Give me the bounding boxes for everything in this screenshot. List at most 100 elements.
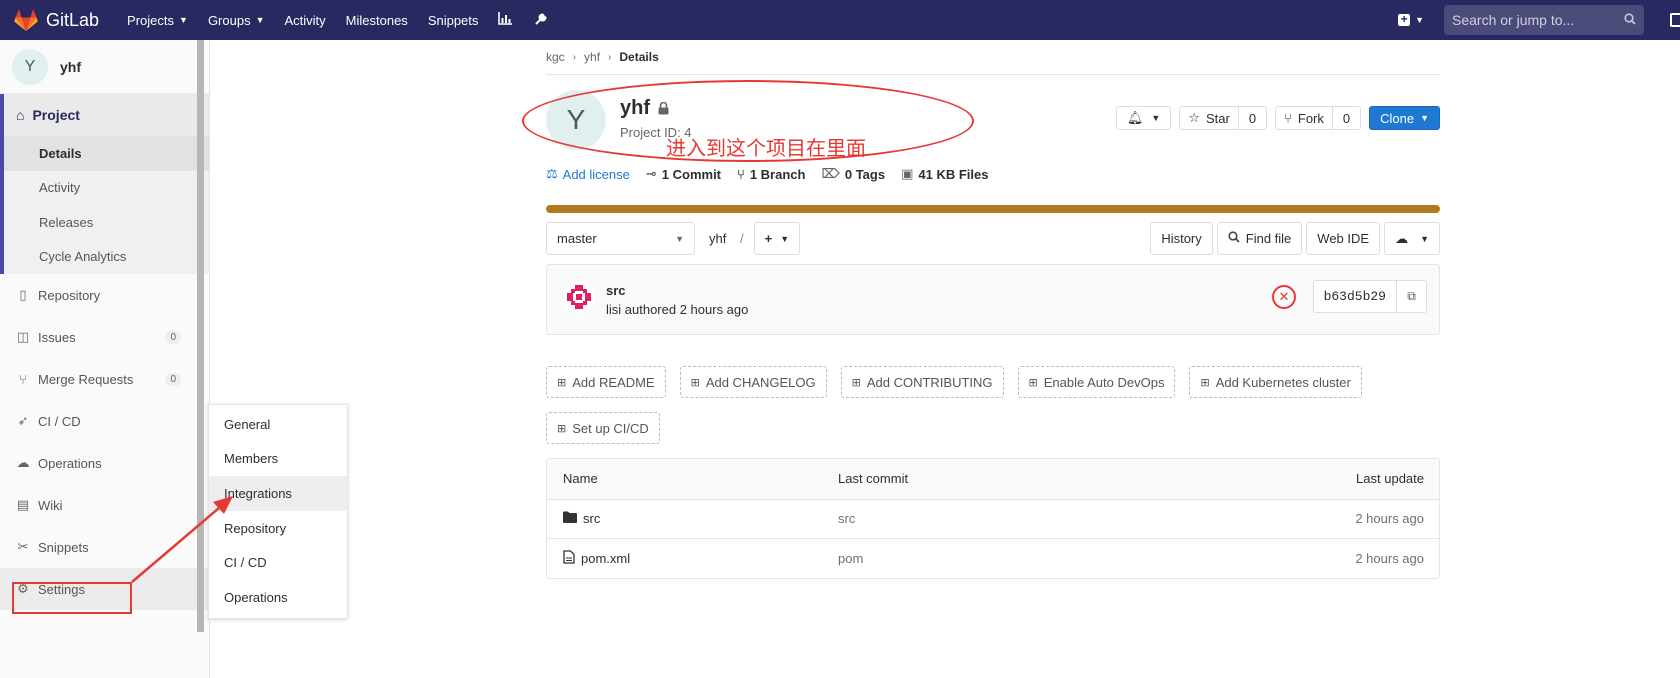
sidebar-subitem-cycle-analytics[interactable]: Cycle Analytics (4, 240, 209, 275)
sidebar-subitem-activity[interactable]: Activity (4, 171, 209, 206)
sidebar-item-merge-requests[interactable]: ⑂ Merge Requests 0 (0, 358, 209, 400)
search-icon (1228, 231, 1240, 246)
commit-sha[interactable]: b63d5b29 (1312, 280, 1397, 313)
cloud-icon: ☁ (16, 455, 30, 470)
download-dropdown-button[interactable]: ☁ ▼ (1384, 222, 1440, 255)
copy-icon[interactable]: ⧉ (1397, 280, 1427, 313)
search-input[interactable]: Search or jump to... (1444, 5, 1644, 35)
sidebar-item-ci-cd[interactable]: ➶ CI / CD (0, 400, 209, 442)
notification-dropdown-button[interactable]: 🔔︎ ▼ (1115, 106, 1172, 130)
star-button[interactable]: ☆ Star (1179, 106, 1239, 130)
file-name-cell[interactable]: pom.xml (563, 550, 630, 567)
commit-title[interactable]: src (606, 283, 626, 298)
brand-name: GitLab (46, 9, 100, 30)
add-changelog-button[interactable]: ⊞ Add CHANGELOG (679, 366, 827, 398)
file-last-commit[interactable]: src (838, 511, 855, 526)
add-contributing-button[interactable]: ⊞ Add CONTRIBUTING (840, 366, 1004, 398)
nav-milestones-label: Milestones (345, 12, 408, 28)
table-row[interactable]: pom.xml pom 2 hours ago (547, 538, 1439, 578)
nav-milestones[interactable]: Milestones (346, 13, 408, 28)
pipeline-failed-icon[interactable]: ✕ (1272, 285, 1296, 309)
tags-link[interactable]: ⌦ 0 Tags (821, 166, 885, 182)
chevron-down-icon: ▼ (255, 15, 265, 25)
add-readme-label: Add README (572, 374, 655, 390)
flyout-item-general[interactable]: General (209, 407, 347, 442)
nav-projects[interactable]: Projects ▼ (127, 13, 188, 28)
file-name-cell[interactable]: src (563, 511, 600, 526)
flyout-item-repository[interactable]: Repository (209, 511, 347, 546)
tags-label: 0 Tags (844, 166, 886, 182)
web-ide-button[interactable]: Web IDE (1306, 222, 1381, 255)
column-header-name: Name (563, 471, 598, 487)
branch-selector[interactable]: master ▼ (546, 222, 695, 255)
add-kubernetes-cluster-button[interactable]: ⊞ Add Kubernetes cluster (1189, 366, 1362, 398)
plus-square-icon: ⊞ (690, 376, 700, 389)
commits-link[interactable]: ⊸ 1 Commit (646, 166, 721, 182)
branches-label: 1 Branch (749, 166, 806, 182)
sidebar-scrollbar[interactable] (197, 40, 204, 632)
sidebar-item-label: Project (32, 107, 80, 123)
new-dropdown-button[interactable]: + ▼ (1398, 13, 1424, 26)
chevron-right-icon: › (608, 51, 612, 63)
enable-auto-devops-label: Enable Auto DevOps (1043, 374, 1165, 390)
commit-author-avatar[interactable] (563, 281, 595, 313)
wrench-icon[interactable] (534, 12, 548, 29)
nav-activity[interactable]: Activity (285, 13, 326, 28)
sidebar-subitem-details[interactable]: Details (4, 136, 209, 171)
sidebar-project-name: yhf (60, 58, 81, 75)
star-count[interactable]: 0 (1238, 106, 1268, 130)
star-label: Star (1205, 110, 1230, 126)
flyout-item-integrations[interactable]: Integrations (209, 476, 347, 511)
sidebar-item-operations[interactable]: ☁ Operations (0, 442, 209, 484)
chevron-down-icon: ▼ (1415, 15, 1424, 25)
breadcrumb-group[interactable]: kgc (546, 50, 565, 64)
fork-count[interactable]: 0 (1332, 106, 1362, 130)
sidebar-item-snippets[interactable]: ✂ Snippets (0, 526, 209, 568)
sidebar-project-header[interactable]: Y yhf (0, 40, 209, 94)
commit-sha-group: b63d5b29 ⧉ (1312, 280, 1427, 313)
path-separator: / (739, 231, 744, 246)
flyout-item-members[interactable]: Members (209, 442, 347, 477)
breadcrumb: kgc › yhf › Details (546, 40, 1440, 75)
file-last-commit[interactable]: pom (838, 551, 863, 566)
nav-snippets[interactable]: Snippets (428, 13, 479, 28)
add-readme-button[interactable]: ⊞ Add README (546, 366, 666, 398)
chart-icon[interactable] (498, 12, 513, 28)
star-icon: ☆ (1188, 110, 1200, 125)
sidebar-subitem-releases[interactable]: Releases (4, 205, 209, 240)
breadcrumb-project[interactable]: yhf (584, 50, 600, 64)
toolbar-right-actions: History Find file Web IDE ☁ ▼ (1146, 222, 1440, 255)
fork-button[interactable]: ⑂ Fork (1275, 106, 1333, 130)
search-placeholder: Search or jump to... (1452, 12, 1575, 28)
enable-auto-devops-button[interactable]: ⊞ Enable Auto DevOps (1017, 366, 1176, 398)
gitlab-logo[interactable]: GitLab (14, 9, 99, 31)
sidebar-item-project[interactable]: ⌂ Project (4, 94, 209, 136)
sidebar-item-repository[interactable]: ▯ Repository (0, 274, 209, 316)
breadcrumb-current[interactable]: Details (619, 50, 658, 64)
plus-square-icon: ⊞ (557, 422, 567, 435)
annotation-text: 进入到这个项目在里面 (666, 136, 866, 160)
branches-link[interactable]: ⑂ 1 Branch (737, 167, 805, 182)
table-row[interactable]: src src 2 hours ago (547, 498, 1439, 539)
setup-ci-cd-button[interactable]: ⊞ Set up CI/CD (546, 412, 660, 444)
flyout-item-ci-cd[interactable]: CI / CD (209, 545, 347, 580)
add-to-tree-button[interactable]: + ▼ (753, 222, 801, 255)
project-stats: ⚖ Add license ⊸ 1 Commit ⑂ 1 Branch ⌦ 0 … (546, 166, 1004, 182)
clone-button[interactable]: Clone ▼ (1369, 106, 1440, 130)
tag-icon: ⌦ (821, 166, 840, 181)
files-size-link[interactable]: ▣ 41 KB Files (901, 166, 988, 182)
nav-groups[interactable]: Groups ▼ (208, 13, 265, 28)
sidebar-item-issues[interactable]: ◫ Issues 0 (0, 316, 209, 358)
project-avatar: Y (12, 48, 48, 85)
sidebar-item-label: Operations (38, 455, 102, 471)
cloud-download-icon: ☁ (1395, 230, 1409, 246)
repo-path-root[interactable]: yhf (709, 231, 726, 246)
find-file-button[interactable]: Find file (1216, 222, 1303, 255)
add-license-link[interactable]: ⚖ Add license (546, 166, 630, 182)
flyout-item-operations[interactable]: Operations (209, 580, 347, 615)
issues-icon: ◫ (16, 329, 30, 344)
sidebar-item-wiki[interactable]: ▤ Wiki (0, 484, 209, 526)
history-button[interactable]: History (1150, 222, 1213, 255)
sidebar-toggle-icon[interactable] (1670, 13, 1680, 27)
file-last-update: 2 hours ago (1355, 550, 1424, 566)
